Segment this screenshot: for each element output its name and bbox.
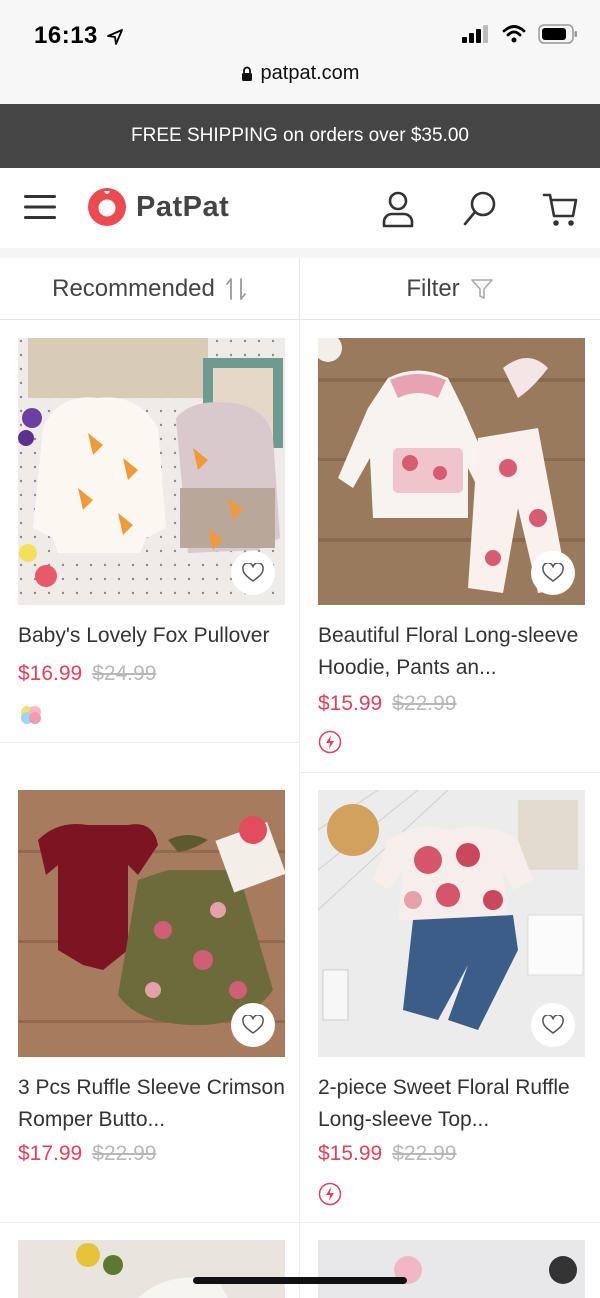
heart-icon: [242, 1015, 264, 1034]
flash-sale-icon: [318, 1182, 342, 1206]
url-text: patpat.com: [260, 62, 360, 84]
sort-label: Recommended: [52, 275, 215, 302]
color-swatches-icon: [21, 706, 41, 724]
sort-arrows-icon: [225, 278, 246, 300]
price-row: $17.99 $22.99: [18, 1142, 156, 1166]
product-image[interactable]: [318, 338, 585, 605]
sale-price: $16.99: [18, 662, 83, 685]
product-image[interactable]: [18, 338, 285, 605]
wishlist-button[interactable]: [531, 551, 575, 595]
wishlist-button[interactable]: [231, 551, 275, 595]
wishlist-button[interactable]: [231, 1003, 275, 1047]
signal-icon: [462, 25, 488, 43]
product-title[interactable]: 2-piece Sweet Floral Ruffle Long-sleeve …: [318, 1072, 588, 1136]
product-card[interactable]: [300, 1222, 600, 1298]
filter-funnel-icon: [470, 279, 493, 299]
product-image[interactable]: [318, 790, 585, 1057]
status-time: 16:13: [34, 22, 123, 50]
hamburger-menu-icon[interactable]: [22, 191, 58, 223]
wifi-icon: [502, 25, 526, 43]
product-card[interactable]: Beautiful Floral Long-sleeve Hoodie, Pan…: [300, 320, 600, 772]
row-divider: [0, 742, 299, 743]
original-price: $22.99: [92, 1142, 157, 1165]
product-title[interactable]: 3 Pcs Ruffle Sleeve Crimson Romper Butto…: [18, 1072, 288, 1136]
product-title[interactable]: Beautiful Floral Long-sleeve Hoodie, Pan…: [318, 620, 588, 684]
flash-sale-icon: [318, 730, 342, 754]
sort-button[interactable]: Recommended: [0, 258, 299, 320]
product-card[interactable]: 3 Pcs Ruffle Sleeve Crimson Romper Butto…: [0, 772, 300, 1222]
product-title[interactable]: Baby's Lovely Fox Pullover: [18, 620, 288, 652]
logo-text: PatPat: [136, 190, 230, 223]
product-photo: [18, 1240, 285, 1298]
original-price: $22.99: [392, 1142, 457, 1165]
product-image[interactable]: [318, 1240, 585, 1298]
price-row: $15.99 $22.99: [318, 692, 456, 716]
patpat-logo[interactable]: PatPat: [86, 186, 229, 228]
original-price: $24.99: [92, 662, 157, 685]
home-indicator[interactable]: [193, 1277, 407, 1284]
price-row: $15.99 $22.99: [318, 1142, 456, 1166]
sale-price: $15.99: [318, 1142, 383, 1165]
heart-icon: [542, 563, 564, 582]
address-bar[interactable]: patpat.com: [0, 62, 600, 85]
account-icon[interactable]: [380, 190, 416, 228]
original-price: $22.99: [392, 692, 457, 715]
filter-label: Filter: [406, 275, 460, 302]
lock-icon: [241, 66, 252, 81]
heart-icon: [542, 1015, 564, 1034]
wishlist-button[interactable]: [531, 1003, 575, 1047]
patpat-logo-icon: [88, 188, 126, 226]
filter-button[interactable]: Filter: [300, 258, 600, 320]
location-arrow-icon: [107, 28, 123, 45]
heart-icon: [242, 563, 264, 582]
product-photo: [318, 1240, 585, 1298]
search-icon[interactable]: [462, 190, 498, 228]
free-shipping-banner[interactable]: FREE SHIPPING on orders over $35.00: [0, 104, 600, 168]
sale-price: $17.99: [18, 1142, 83, 1165]
site-header: PatPat: [0, 168, 600, 248]
product-card[interactable]: [0, 1222, 300, 1298]
sale-price: $15.99: [318, 692, 383, 715]
browser-chrome: 16:13 patpat.com: [0, 0, 600, 104]
section-gap: [0, 248, 600, 258]
product-image[interactable]: [18, 790, 285, 1057]
product-image[interactable]: [18, 1240, 285, 1298]
sort-filter-bar: Recommended Filter: [0, 258, 600, 320]
product-card[interactable]: 2-piece Sweet Floral Ruffle Long-sleeve …: [300, 772, 600, 1222]
price-row: $16.99 $24.99: [18, 662, 156, 686]
product-card[interactable]: Baby's Lovely Fox Pullover $16.99 $24.99: [0, 320, 300, 742]
status-icons: [462, 24, 578, 44]
battery-icon: [538, 24, 577, 44]
cart-icon[interactable]: [542, 190, 578, 228]
